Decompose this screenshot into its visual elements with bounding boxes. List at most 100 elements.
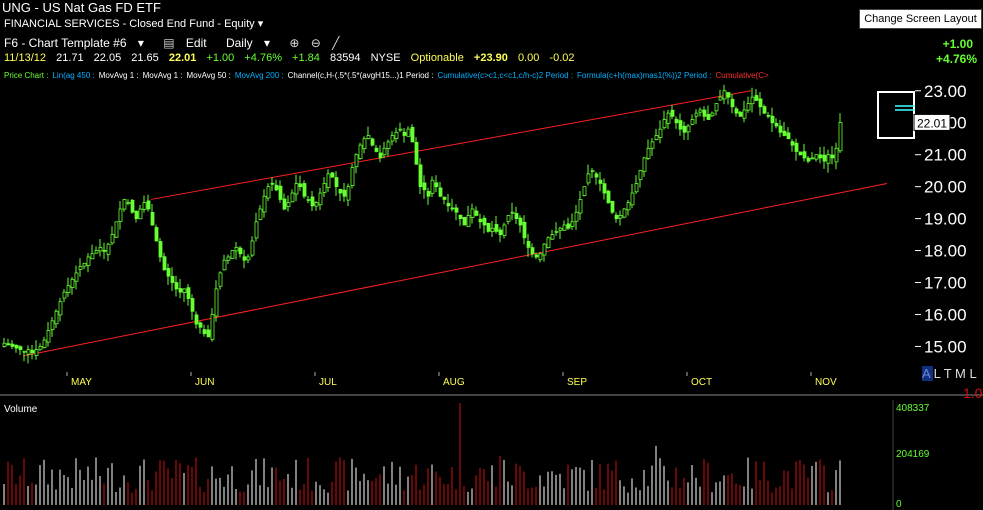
candle-body [94, 250, 99, 254]
candle-body [222, 259, 227, 271]
candle-body [534, 254, 539, 258]
candle-body [778, 125, 783, 133]
candle-body [434, 182, 439, 188]
candle-body [30, 349, 35, 354]
candle-body [258, 208, 263, 220]
candle-body [798, 151, 803, 156]
candle-body [674, 118, 679, 124]
candle-body [490, 227, 495, 232]
candle-body [378, 152, 383, 159]
candle-body [242, 256, 247, 261]
candle-body [166, 268, 171, 277]
candle-body [714, 103, 719, 112]
candle-body [38, 346, 43, 350]
candle-body [198, 322, 203, 328]
candle-body [54, 310, 59, 325]
candle-body [442, 196, 447, 200]
candle-body [122, 199, 127, 210]
candle-body [466, 215, 471, 228]
last-price-box[interactable] [877, 91, 915, 139]
candle-body [126, 202, 131, 205]
candle-body [730, 98, 735, 108]
candle-body [814, 154, 819, 160]
candle-body [282, 198, 287, 210]
candle-body [302, 183, 307, 197]
candle-body [586, 173, 591, 184]
candle-body [694, 112, 699, 117]
candle-body [82, 262, 87, 267]
candle-body [654, 135, 659, 140]
candle-body [582, 186, 587, 197]
candle-body [106, 243, 111, 255]
candle-body [22, 350, 27, 353]
x-tick-label: AUG [443, 377, 465, 388]
candle-body [642, 157, 647, 172]
candle-body [314, 202, 319, 207]
candle-body [454, 207, 459, 213]
candle-body [806, 157, 811, 162]
candle-body [726, 92, 731, 98]
candle-body [70, 278, 75, 289]
candle-body [578, 199, 583, 214]
candle-body [518, 217, 523, 226]
candle-body [246, 256, 251, 261]
candle-body [766, 114, 771, 117]
candle-body [10, 343, 15, 347]
candle-body [290, 192, 295, 203]
candle-body [26, 349, 31, 355]
candle-body [270, 182, 275, 185]
candle-body [430, 179, 435, 194]
candle-body [818, 154, 823, 159]
candle-body [834, 147, 839, 163]
candle-body [594, 173, 599, 178]
candle-body [46, 330, 51, 343]
candle-body [746, 103, 751, 111]
candle-body [226, 256, 231, 261]
volume-tick-label: 0 [896, 499, 902, 510]
candle-body [762, 106, 767, 114]
candle-body [382, 147, 387, 156]
candle-body [298, 183, 303, 188]
candle-body [138, 208, 143, 220]
candle-body [426, 191, 431, 197]
candle-body [90, 253, 95, 260]
candle-body [706, 114, 711, 120]
candle-body [178, 288, 183, 293]
candle-body [666, 112, 671, 124]
candle-body [626, 202, 631, 211]
candle-body [134, 210, 139, 220]
candle-body [310, 196, 315, 207]
candle-body [50, 320, 55, 331]
corner-value: 1.0 [963, 385, 983, 401]
candle-body [514, 213, 519, 220]
candle-body [482, 217, 487, 226]
candle-body [186, 287, 191, 299]
candle-body [326, 173, 331, 188]
y-tick-label: 21.00 [924, 146, 967, 165]
candle-body [606, 190, 611, 204]
candle-body [254, 221, 259, 239]
candle-body [262, 195, 267, 213]
candle-body [218, 272, 223, 287]
candle-body [102, 249, 107, 252]
candle-body [330, 172, 335, 178]
candle-body [350, 167, 355, 187]
candle-body [638, 170, 643, 181]
candle-body [418, 164, 423, 188]
candle-body [618, 215, 623, 219]
candle-body [266, 186, 271, 199]
candle-body [710, 112, 715, 117]
candle-body [598, 179, 603, 184]
candle-body [494, 224, 499, 232]
price-volume-chart[interactable]: 15.0016.0017.0018.0019.0020.0021.0022.00… [0, 0, 983, 510]
candle-body [670, 109, 675, 117]
candle-body [574, 211, 579, 222]
candle-body [354, 154, 359, 168]
candle-body [794, 142, 799, 152]
candle-body [690, 119, 695, 125]
y-tick-label: 23.00 [924, 82, 967, 101]
candle-body [182, 288, 187, 293]
candle-body [278, 185, 283, 200]
candle-body [754, 95, 759, 101]
x-tick-label: OCT [691, 377, 712, 388]
